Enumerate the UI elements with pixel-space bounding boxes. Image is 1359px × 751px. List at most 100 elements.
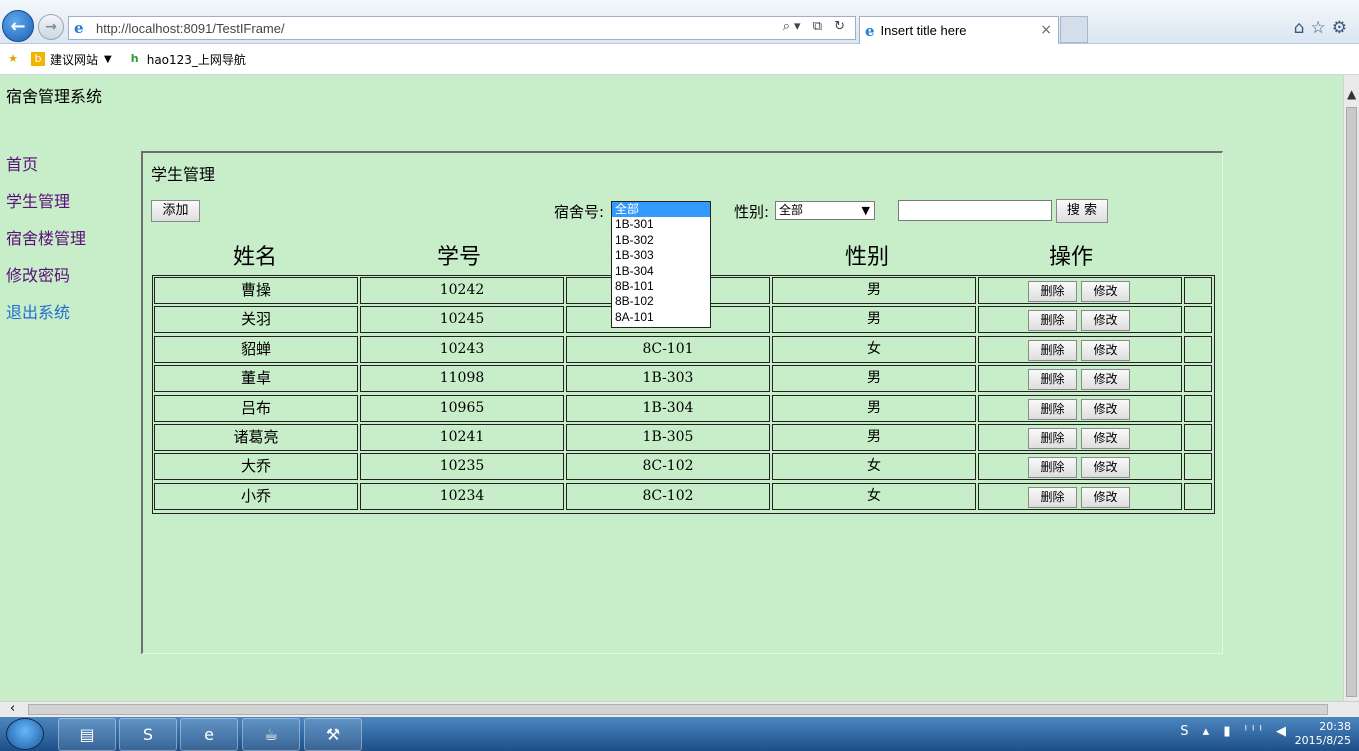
cell-extra: [1184, 306, 1212, 334]
vertical-scrollbar[interactable]: ▲: [1343, 75, 1359, 701]
nav-home[interactable]: 首页: [6, 151, 86, 188]
chevron-down-icon: ▼: [861, 204, 870, 217]
dorm-option[interactable]: 1B-303: [612, 248, 710, 263]
cell-student-id: 10234: [360, 482, 564, 510]
edit-button[interactable]: 修改: [1081, 310, 1130, 332]
close-tab-icon[interactable]: ×: [1040, 22, 1052, 38]
dorm-select-listbox[interactable]: 全部 1B-301 1B-302 1B-303 1B-304 8B-101 8B-102 8A…: [611, 201, 711, 328]
delete-button[interactable]: 删除: [1028, 281, 1077, 302]
table-row: 董卓 11098 1B-303 男删除 修改: [154, 365, 1214, 393]
cell-name: 大乔: [154, 453, 358, 481]
search-button[interactable]: 搜 索: [1056, 199, 1108, 223]
scroll-thumb[interactable]: [1346, 107, 1357, 697]
ie-page-icon: e: [74, 19, 84, 37]
table-row: 大乔 10235 8C-102 女删除 修改: [154, 453, 1214, 481]
cell-gender: 男: [772, 277, 976, 304]
dorm-option[interactable]: 8B-101: [612, 279, 710, 294]
cell-extra: [1184, 277, 1212, 304]
delete-button[interactable]: 删除: [1028, 339, 1077, 361]
hao123-icon: h: [130, 52, 139, 65]
delete-button[interactable]: 删除: [1028, 310, 1077, 332]
app-title: 宿舍管理系统: [6, 87, 103, 106]
dorm-option[interactable]: 1B-301: [612, 217, 710, 232]
edit-button[interactable]: 修改: [1081, 428, 1130, 449]
favorites-star-add-icon[interactable]: ★: [6, 52, 25, 66]
search-input[interactable]: [898, 200, 1052, 221]
edit-button[interactable]: 修改: [1081, 457, 1130, 479]
back-arrow-icon[interactable]: ←: [2, 10, 34, 42]
windows-start-icon[interactable]: [6, 718, 44, 750]
cell-actions: 删除 修改: [978, 365, 1182, 393]
dorm-option[interactable]: 1B-302: [612, 233, 710, 248]
gender-filter-label: 性别:: [734, 203, 770, 221]
add-button[interactable]: 添加: [151, 200, 200, 222]
browser-navbar: ← → e http://localhost:8091/TestIFrame/ …: [0, 0, 1359, 44]
delete-button[interactable]: 删除: [1028, 398, 1077, 420]
scroll-thumb[interactable]: [28, 704, 1328, 715]
favorites-star-icon[interactable]: ☆: [1311, 18, 1332, 38]
edit-button[interactable]: 修改: [1081, 398, 1130, 420]
new-tab-button[interactable]: [1060, 16, 1088, 43]
tab-title: Insert title here: [880, 23, 967, 38]
skype-icon[interactable]: S: [119, 718, 177, 751]
delete-button[interactable]: 删除: [1028, 369, 1077, 391]
bing-icon: b: [31, 52, 45, 66]
horizontal-scrollbar[interactable]: ‹: [0, 701, 1359, 717]
header-name: 姓名: [232, 245, 277, 270]
chevron-down-icon[interactable]: ▼: [104, 54, 112, 65]
browser-tab[interactable]: e Insert title here ×: [859, 16, 1059, 44]
edit-button[interactable]: 修改: [1081, 486, 1130, 508]
page-content: 宿舍管理系统 首页 学生管理 宿舍楼管理 修改密码 退出系统 学生管理 添加 宿…: [0, 75, 1343, 701]
header-actions: 操作: [1048, 245, 1093, 270]
delete-button[interactable]: 删除: [1028, 457, 1077, 479]
address-tools-icon[interactable]: ⌕▾ ⧉ ↻: [783, 19, 849, 34]
cell-gender: 女: [772, 335, 976, 363]
tray-icons[interactable]: S ▴ ▮ ᴵᴵᴵ ◀: [1180, 725, 1291, 739]
dorm-option[interactable]: 全部: [612, 202, 710, 218]
edit-button[interactable]: 修改: [1081, 281, 1130, 302]
cell-dorm: 1B-305: [566, 424, 770, 451]
table-row: 吕布 10965 1B-304 男删除 修改: [154, 394, 1214, 422]
internet-explorer-icon[interactable]: e: [180, 718, 238, 751]
cell-actions: 删除 修改: [978, 335, 1182, 363]
favorite-hao123[interactable]: h hao123_上网导航: [128, 51, 246, 68]
gender-select[interactable]: 全部 ▼: [775, 201, 875, 220]
home-icon[interactable]: ⌂: [1294, 18, 1311, 38]
table-row: 诸葛亮 10241 1B-305 男删除 修改: [154, 424, 1214, 451]
delete-button[interactable]: 删除: [1028, 428, 1077, 449]
clock-time[interactable]: 20:38: [1295, 720, 1351, 734]
cell-gender: 男: [772, 424, 976, 451]
address-url[interactable]: http://localhost:8091/TestIFrame/: [96, 21, 285, 36]
address-bar[interactable]: e http://localhost:8091/TestIFrame/ ⌕▾ ⧉…: [68, 16, 856, 40]
table-row: 小乔 10234 8C-102 女删除 修改: [154, 482, 1214, 510]
nav-change-password[interactable]: 修改密码: [6, 262, 86, 299]
file-explorer-icon[interactable]: ▤: [58, 718, 116, 751]
edit-button[interactable]: 修改: [1081, 339, 1130, 361]
edit-button[interactable]: 修改: [1081, 369, 1130, 391]
cell-dorm: 8C-102: [566, 453, 770, 481]
nav-student-management[interactable]: 学生管理: [6, 188, 86, 225]
cell-name: 吕布: [154, 394, 358, 422]
system-tray: S ▴ ▮ ᴵᴵᴵ ◀ 20:38 2015/8/25: [1180, 720, 1351, 748]
dorm-option[interactable]: 8A-101: [612, 310, 710, 325]
forward-arrow-icon[interactable]: →: [38, 14, 64, 40]
gender-select-value: 全部: [779, 203, 804, 217]
clock-date[interactable]: 2015/8/25: [1295, 734, 1351, 748]
delete-button[interactable]: 删除: [1028, 486, 1077, 508]
cell-gender: 女: [772, 482, 976, 510]
nav-logout[interactable]: 退出系统: [6, 299, 86, 336]
dorm-option[interactable]: 8B-102: [612, 294, 710, 309]
scroll-left-icon[interactable]: ‹: [10, 701, 15, 716]
tool-icon[interactable]: ⚒: [304, 718, 362, 751]
header-gender: 性别: [844, 245, 889, 270]
cell-student-id: 10965: [360, 394, 564, 422]
cell-actions: 删除 修改: [978, 453, 1182, 481]
cell-gender: 男: [772, 306, 976, 334]
favorite-suggested-sites[interactable]: b 建议网站 ▼: [31, 51, 112, 68]
java-ee-ide-icon[interactable]: ☕: [242, 718, 300, 751]
settings-gear-icon[interactable]: ⚙: [1332, 18, 1353, 38]
dorm-option[interactable]: 1B-304: [612, 264, 710, 279]
nav-building-management[interactable]: 宿舍楼管理: [6, 225, 86, 262]
cell-extra: [1184, 394, 1212, 422]
scroll-up-icon[interactable]: ▲: [1347, 87, 1356, 101]
